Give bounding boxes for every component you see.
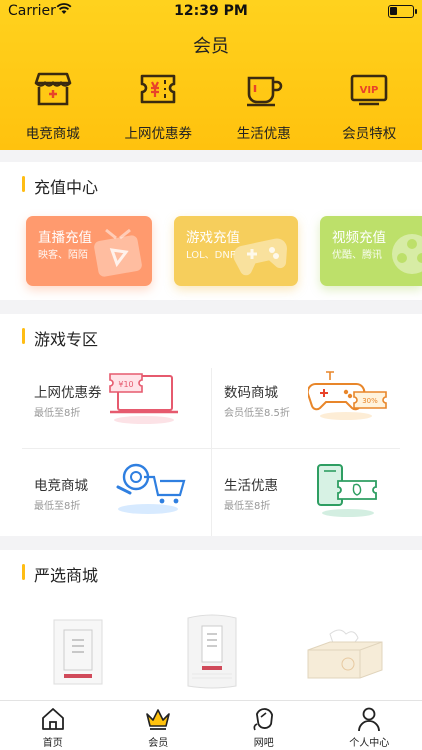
- product-image[interactable]: [182, 612, 242, 692]
- steam-cart-icon: [116, 463, 186, 514]
- tab-internet-cafe[interactable]: 网吧: [211, 701, 317, 750]
- recharge-card-video[interactable]: 视频充值 优酷、腾讯: [320, 216, 422, 286]
- section-title-recharge: 充值中心: [22, 174, 98, 198]
- gamepad-icon: [233, 238, 287, 276]
- section-title-selected-mall: 严选商城: [22, 562, 98, 586]
- product-image[interactable]: [50, 616, 108, 688]
- menu-internet-coupon[interactable]: 上网优惠券: [106, 70, 212, 142]
- film-reel-icon: [392, 234, 422, 274]
- game-zone-grid: 上网优惠券 最低至8折 ¥10 数码商城 会员低至8.5折 30% 电竞商城 最…: [22, 356, 400, 540]
- coffee-cup-icon: [246, 76, 283, 107]
- person-icon: [358, 707, 381, 732]
- game-item-digital-mall[interactable]: 数码商城 会员低至8.5折 30%: [212, 356, 401, 448]
- section-title-game-zone: 游戏专区: [22, 326, 98, 350]
- coupon-badge: 30%: [362, 397, 378, 405]
- product-image[interactable]: [302, 624, 386, 688]
- status-bar: Carrier 12:39 PM: [0, 0, 422, 24]
- recharge-card-live[interactable]: 直播充值 映客、陌陌: [26, 216, 152, 286]
- tab-member[interactable]: 会员: [106, 701, 212, 750]
- phone-coupon-icon: [317, 464, 377, 517]
- laptop-coupon-icon: ¥10: [109, 373, 178, 424]
- header: Carrier 12:39 PM 会员 电竞商城 上网优惠券 生活优惠 VIP …: [0, 0, 422, 150]
- gamepad-coupon-icon: 30%: [308, 371, 387, 420]
- clock: 12:39 PM: [174, 3, 248, 19]
- game-item-internet-coupon[interactable]: 上网优惠券 最低至8折 ¥10: [22, 356, 211, 448]
- tab-home[interactable]: 首页: [0, 701, 106, 750]
- store-icon: [34, 72, 72, 106]
- game-item-life-discount[interactable]: 生活优惠 最低至8折: [212, 449, 401, 541]
- ticket-icon: [140, 74, 176, 104]
- menu-life-discount[interactable]: 生活优惠: [211, 70, 317, 142]
- selected-mall-section: 严选商城: [0, 550, 422, 700]
- crown-icon: [146, 709, 171, 730]
- svg-text:VIP: VIP: [360, 85, 379, 96]
- game-zone-section: 游戏专区 上网优惠券 最低至8折 ¥10 数码商城 会员低至8.5折 30% 电…: [0, 314, 422, 536]
- tv-play-icon: [94, 228, 142, 277]
- recharge-center-section: 充值中心 直播充值 映客、陌陌 游戏充值 LOL、DNF 视频充值 优酷、腾讯: [0, 162, 422, 300]
- recharge-card-game[interactable]: 游戏充值 LOL、DNF: [174, 216, 298, 286]
- mouse-icon: [253, 708, 273, 731]
- battery-icon: [388, 5, 417, 18]
- page-title: 会员: [193, 36, 229, 57]
- coupon-badge: ¥10: [118, 380, 133, 389]
- tab-bar: 首页 会员 网吧 个人中心: [0, 700, 422, 750]
- tab-profile[interactable]: 个人中心: [317, 701, 422, 750]
- menu-esports-mall[interactable]: 电竞商城: [0, 70, 106, 142]
- top-menu: 电竞商城 上网优惠券 生活优惠 VIP 会员特权: [0, 70, 422, 142]
- home-icon: [41, 708, 64, 730]
- vip-card-icon: VIP: [350, 74, 388, 106]
- game-item-esports-mall[interactable]: 电竞商城 最低至8折: [22, 449, 211, 541]
- menu-vip-privilege[interactable]: VIP 会员特权: [317, 70, 422, 142]
